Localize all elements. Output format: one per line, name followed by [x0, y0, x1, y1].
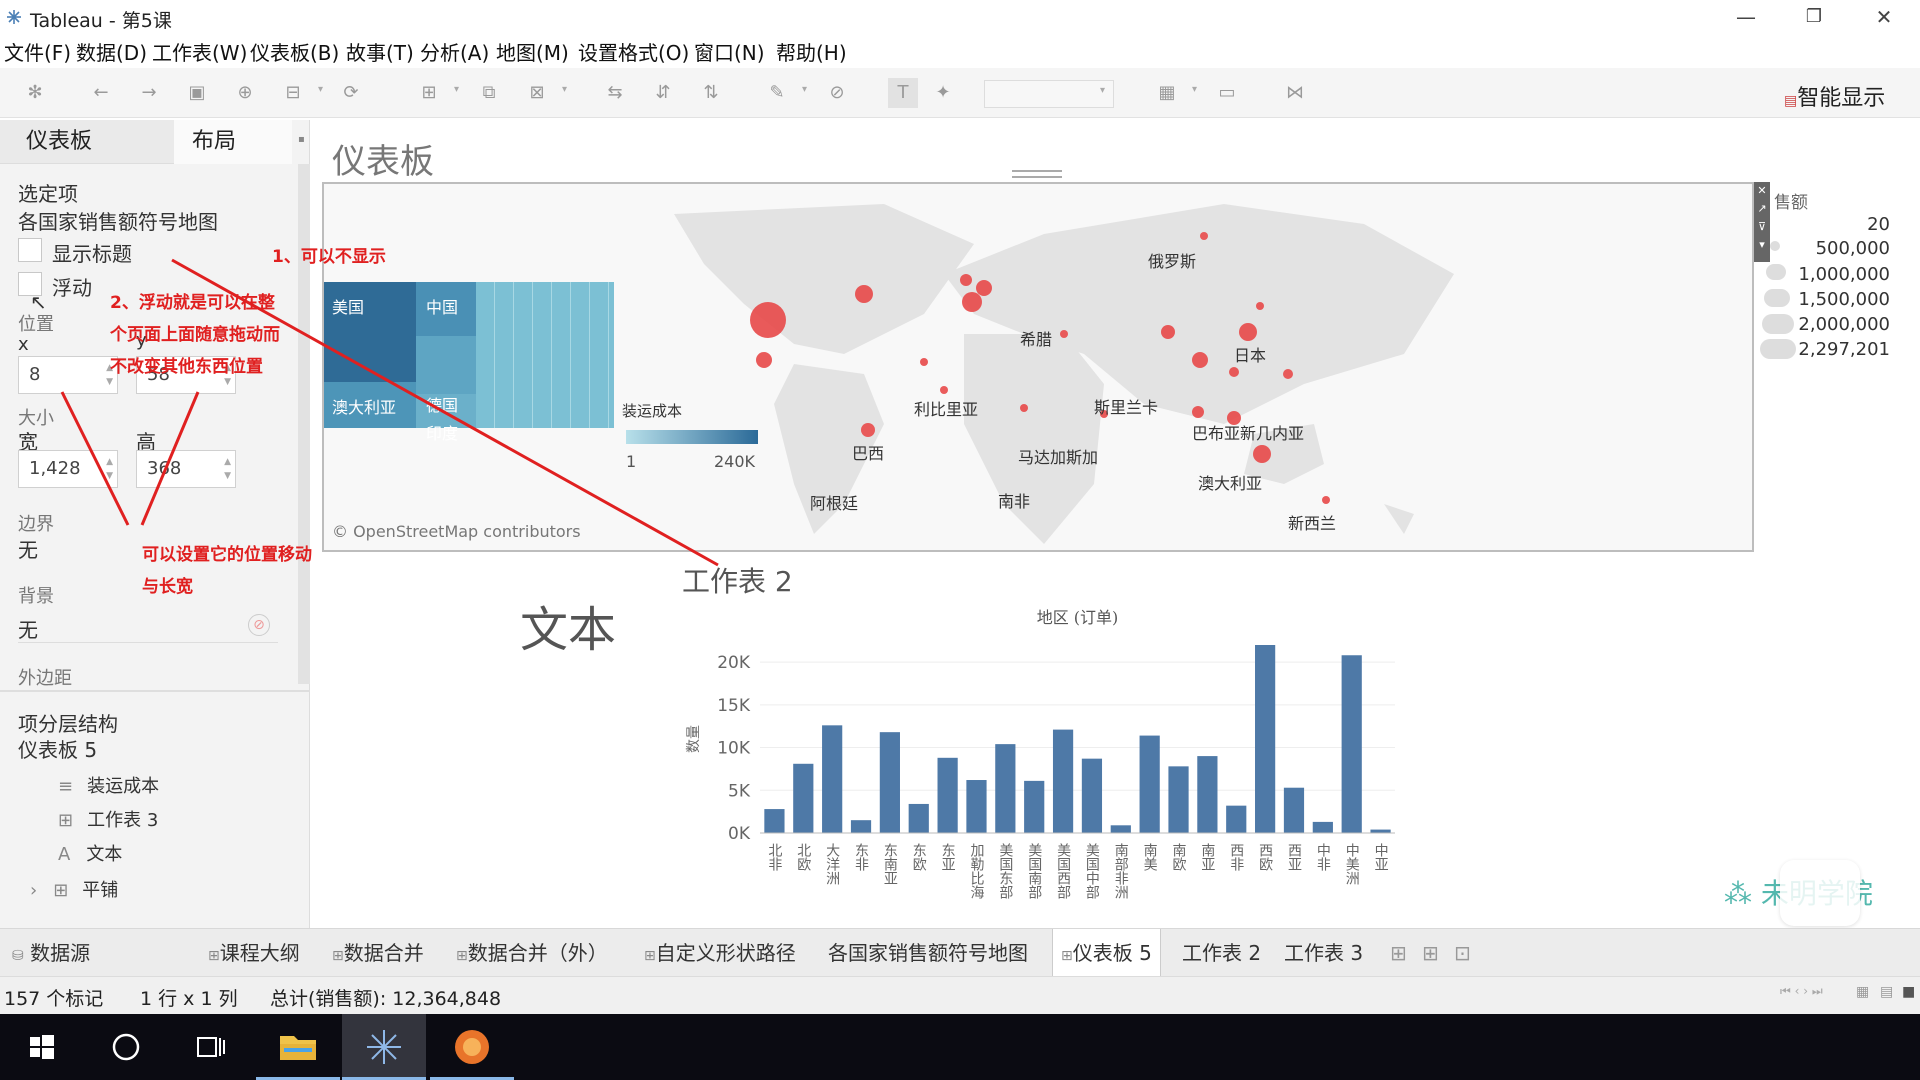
page-nav-icon[interactable]: ⏮ ‹ › ⏭	[1780, 984, 1823, 999]
status-rows-cols: 1 行 x 1 列	[140, 988, 238, 1010]
new-dashboard-icon[interactable]: ⊞	[1414, 929, 1447, 977]
status-marks: 157 个标记	[4, 988, 104, 1010]
tab-syllabus[interactable]: ⊞课程大纲	[200, 929, 308, 977]
recorder-button[interactable]	[430, 1014, 514, 1080]
file-explorer-button[interactable]	[256, 1014, 340, 1080]
tableau-taskbar-button[interactable]	[342, 1014, 426, 1080]
annotation-arrows	[60, 258, 719, 567]
recorder-app-icon	[455, 1030, 489, 1064]
sheet-icon: ⊞	[456, 948, 468, 964]
search-button[interactable]	[84, 1014, 168, 1080]
status-sum: 总计(销售额): 12,364,848	[270, 988, 502, 1010]
dashboard-icon: ⊞	[208, 948, 220, 964]
tab-worksheet-3[interactable]: 工作表 3	[1276, 929, 1371, 977]
dashboard-icon: ⊞	[1061, 948, 1073, 964]
sheet-icon: ⊞	[332, 948, 344, 964]
sheet-tabs: ⛁ 数据源 ⊞课程大纲 ⊞数据合并 ⊞数据合并（外） ⊞自定义形状路径 各国家销…	[0, 928, 1920, 977]
tab-dashboard-5[interactable]: ⊞仪表板 5	[1052, 929, 1161, 977]
folder-icon	[280, 1036, 316, 1060]
tableau-logo-icon	[367, 1030, 401, 1064]
tab-worksheet-2[interactable]: 工作表 2	[1174, 929, 1269, 977]
view-grid-icon[interactable]: ▦	[1856, 984, 1869, 1000]
task-view-button[interactable]	[168, 1014, 252, 1080]
new-story-icon[interactable]: ⊡	[1446, 929, 1479, 977]
tab-data-merge-outer[interactable]: ⊞数据合并（外）	[448, 929, 616, 977]
view-film-icon[interactable]: ■	[1902, 984, 1915, 1000]
cortana-circle-icon	[112, 1033, 140, 1061]
database-icon: ⛁	[12, 948, 24, 964]
tab-sales-symbol-map[interactable]: 各国家销售额符号地图	[820, 929, 1036, 977]
tab-custom-shape-path[interactable]: ⊞自定义形状路径	[636, 929, 804, 977]
task-view-icon	[197, 1037, 225, 1057]
start-button[interactable]	[0, 1014, 84, 1080]
windows-taskbar	[0, 1014, 1920, 1080]
tableau-window: Tableau - 第5课 — ❐ ✕ 文件(F) 数据(D) 工作表(W) 仪…	[0, 0, 1920, 1080]
sheet-icon: ⊞	[644, 948, 656, 964]
tab-data-source[interactable]: ⛁ 数据源	[4, 929, 98, 977]
tab-data-merge[interactable]: ⊞数据合并	[324, 929, 432, 977]
status-bar: 157 个标记 1 行 x 1 列 总计(销售额): 12,364,848 ⏮ …	[0, 976, 1920, 1014]
new-worksheet-icon[interactable]: ⊞	[1382, 929, 1415, 977]
windows-logo-icon	[30, 1035, 54, 1059]
view-list-icon[interactable]: ▤	[1880, 984, 1893, 1000]
